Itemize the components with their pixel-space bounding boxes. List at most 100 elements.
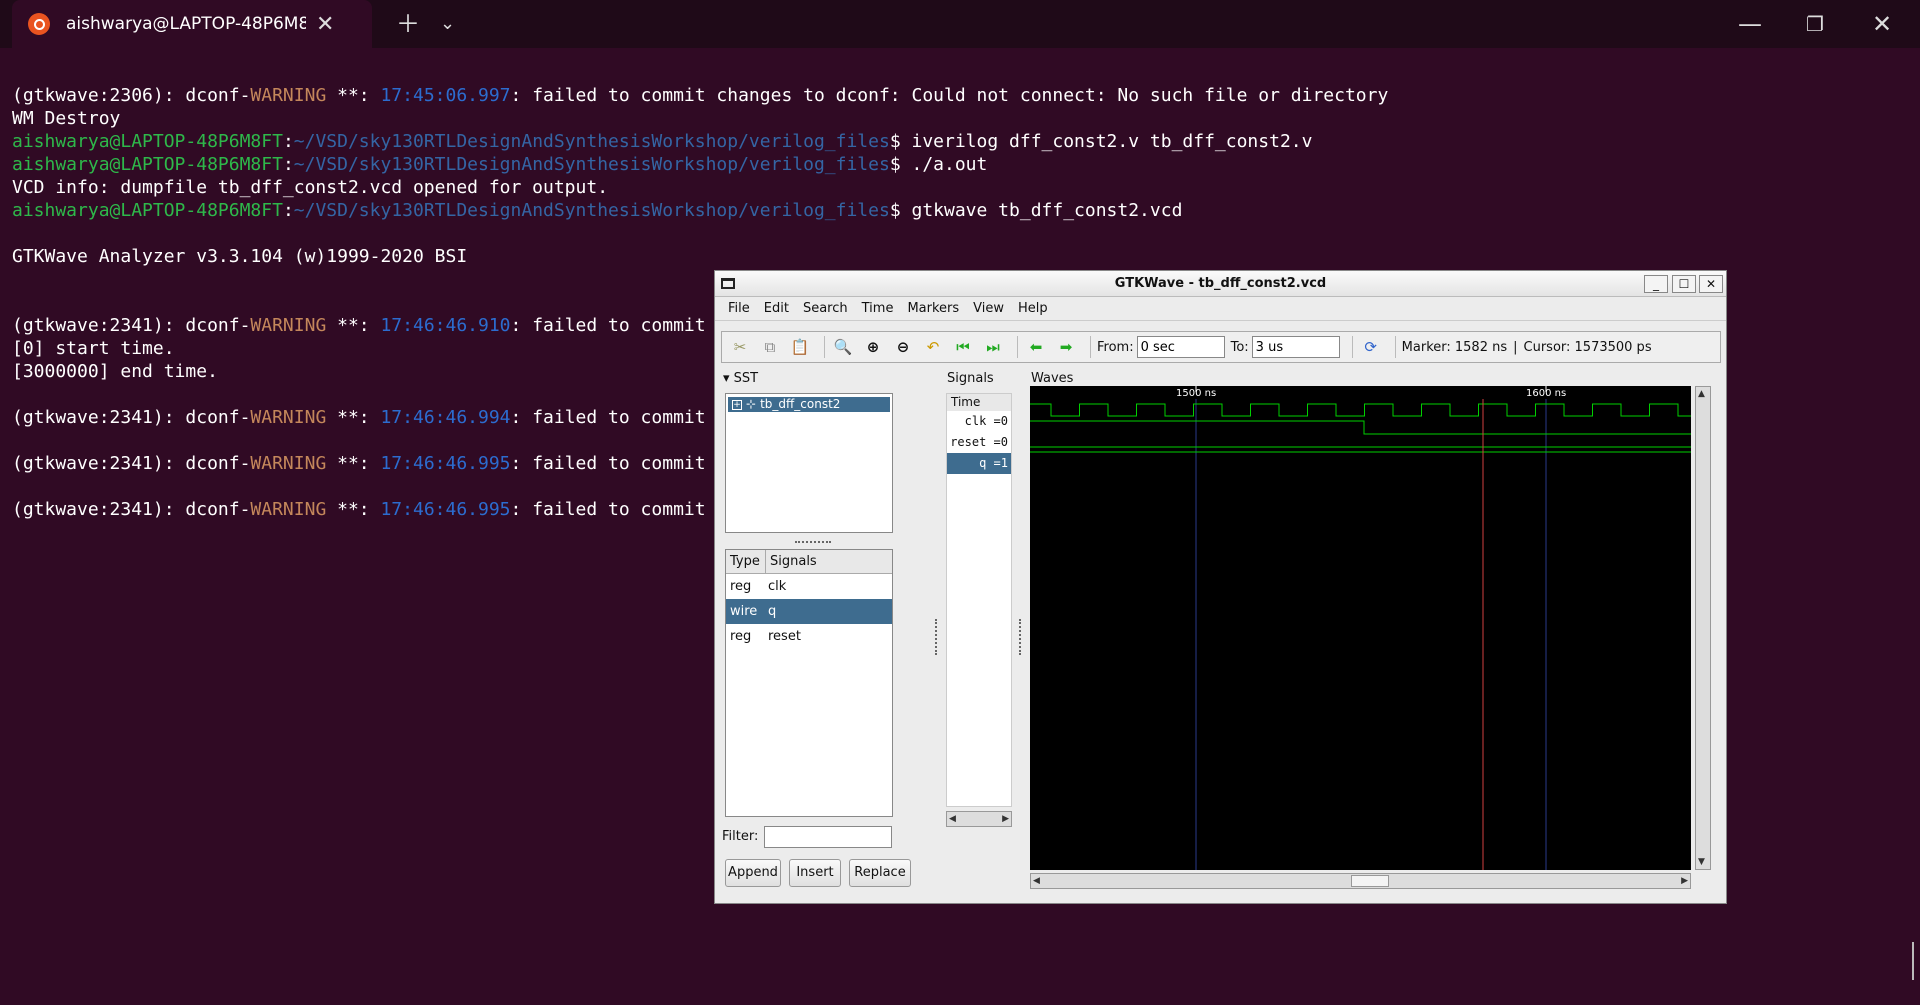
text: **:: [326, 85, 381, 106]
term-line: (gtkwave:2341): dconf-WARNING **: 17:46:…: [12, 315, 706, 336]
text: 17:45:06.997: [380, 85, 511, 106]
signals-hscrollbar[interactable]: ◀ ▶: [946, 811, 1012, 827]
waves-vscrollbar[interactable]: ▲ ▼: [1695, 386, 1711, 870]
term-line: (gtkwave:2306): dconf-WARNING **: 17:45:…: [12, 85, 1388, 106]
tick-label-1500: 1500 ns: [1176, 388, 1216, 399]
module-name: tb_dff_const2: [760, 397, 841, 411]
command: $ ./a.out: [889, 154, 988, 175]
pane-grip[interactable]: [795, 541, 831, 544]
close-button[interactable]: ✕: [1699, 275, 1723, 293]
waveform-svg: 1500 ns 1600 ns: [1030, 386, 1691, 870]
filter-input[interactable]: [764, 826, 892, 848]
signals-panel: Time clk =0 reset =0 q =1: [946, 393, 1012, 807]
close-window-icon[interactable]: ✕: [1872, 8, 1892, 40]
sst-module-item[interactable]: + ⊹ tb_dff_const2: [728, 397, 890, 412]
cursor-readout: Cursor: 1573500 ps: [1523, 339, 1652, 355]
zoom-out-icon[interactable]: ⊖: [891, 335, 915, 359]
close-tab-icon[interactable]: ✕: [316, 12, 334, 37]
scroll-thumb[interactable]: [1351, 875, 1389, 887]
from-input[interactable]: [1136, 336, 1225, 358]
col-signals[interactable]: Signals: [766, 550, 892, 574]
prompt-path: ~/VSD/sky130RTLDesignAndSynthesisWorksho…: [293, 154, 890, 175]
text: WARNING: [250, 85, 327, 106]
separator: [824, 336, 825, 358]
waves-hscrollbar[interactable]: ◀ ▶: [1030, 873, 1691, 889]
minimize-button[interactable]: _: [1644, 275, 1668, 293]
window-title: GTKWave - tb_dff_const2.vcd: [1114, 276, 1327, 291]
prompt-user: aishwarya@LAPTOP-48P6M8FT: [12, 154, 283, 175]
terminal-tab[interactable]: aishwarya@LAPTOP-48P6M8I ✕: [12, 0, 372, 48]
term-line: (gtkwave:2341): dconf-WARNING **: 17:46:…: [12, 453, 706, 474]
menu-markers[interactable]: Markers: [907, 301, 959, 316]
prompt-path: ~/VSD/sky130RTLDesignAndSynthesisWorksho…: [293, 131, 890, 152]
menu-view[interactable]: View: [973, 301, 1004, 316]
pane-grip[interactable]: [935, 619, 938, 655]
gtkwave-window: GTKWave - tb_dff_const2.vcd _ ☐ ✕ File E…: [714, 270, 1727, 904]
menu-help[interactable]: Help: [1018, 301, 1048, 316]
gtkwave-titlebar[interactable]: GTKWave - tb_dff_const2.vcd _ ☐ ✕: [715, 271, 1726, 297]
term-line: (gtkwave:2341): dconf-WARNING **: 17:46:…: [12, 499, 706, 520]
signal-row-clk[interactable]: clk =0: [947, 411, 1011, 432]
reset-waveform: [1030, 420, 1691, 435]
term-line: (gtkwave:2341): dconf-WARNING **: 17:46:…: [12, 407, 706, 428]
window-icon: [721, 278, 735, 289]
col-type[interactable]: Type: [726, 549, 766, 574]
prompt-path: ~/VSD/sky130RTLDesignAndSynthesisWorksho…: [293, 200, 890, 221]
insert-button[interactable]: Insert: [789, 859, 841, 887]
prompt-user: aishwarya@LAPTOP-48P6M8FT: [12, 200, 283, 221]
table-row[interactable]: reg reset: [726, 624, 892, 649]
command: $ gtkwave tb_dff_const2.vcd: [889, 200, 1183, 221]
menubar: File Edit Search Time Markers View Help: [715, 297, 1726, 321]
sst-tree: + ⊹ tb_dff_const2: [725, 393, 893, 533]
marker-readout: Marker: 1582 ns: [1401, 339, 1508, 355]
zoom-in-icon[interactable]: ⊕: [861, 335, 885, 359]
clk-waveform: [1030, 403, 1691, 417]
separator: [1090, 336, 1091, 358]
forward-arrow-icon[interactable]: ➡: [1054, 335, 1078, 359]
to-label: To:: [1230, 339, 1249, 355]
zoom-start-icon[interactable]: ⏮: [951, 335, 975, 359]
new-tab-icon[interactable]: ＋: [396, 8, 420, 40]
table-row[interactable]: reg clk: [726, 574, 892, 599]
term-line: VCD info: dumpfile tb_dff_const2.vcd ope…: [12, 177, 609, 198]
back-arrow-icon[interactable]: ⬅: [1024, 335, 1048, 359]
menu-edit[interactable]: Edit: [764, 301, 789, 316]
command: $ iverilog dff_const2.v tb_dff_const2.v: [889, 131, 1313, 152]
table-header: Type Signals: [726, 549, 892, 574]
copy-icon[interactable]: ⧉: [758, 335, 782, 359]
timeline-bar: [1030, 386, 1691, 399]
menu-search[interactable]: Search: [803, 301, 848, 316]
undo-zoom-icon[interactable]: ↶: [921, 335, 945, 359]
terminal-scrollbar[interactable]: [1912, 942, 1914, 980]
signal-row-q[interactable]: q =1: [947, 453, 1011, 474]
term-line: [3000000] end time.: [12, 361, 218, 382]
hierarchy-icon: ⊹: [746, 397, 757, 411]
ubuntu-logo-icon: [28, 13, 50, 35]
menu-time[interactable]: Time: [862, 301, 894, 316]
to-input[interactable]: [1251, 336, 1340, 358]
table-row[interactable]: wire q: [726, 599, 892, 624]
term-line: WM Destroy: [12, 108, 121, 129]
maximize-button[interactable]: ☐: [1672, 275, 1696, 293]
restore-icon[interactable]: ❐: [1806, 8, 1824, 40]
sst-header[interactable]: ▾ SST: [723, 371, 758, 386]
expand-icon[interactable]: +: [732, 399, 742, 410]
zoom-end-icon[interactable]: ⏭: [981, 335, 1005, 359]
readout-separator: |: [1513, 339, 1518, 355]
append-button[interactable]: Append: [725, 859, 781, 887]
replace-button[interactable]: Replace: [849, 859, 911, 887]
signal-row-reset[interactable]: reset =0: [947, 432, 1011, 453]
terminal-titlebar: aishwarya@LAPTOP-48P6M8I ✕ ＋ ⌄ — ❐ ✕: [0, 0, 1920, 48]
pane-grip[interactable]: [1019, 619, 1022, 655]
tab-title: aishwarya@LAPTOP-48P6M8I: [66, 14, 306, 34]
reload-icon[interactable]: ⟳: [1359, 335, 1383, 359]
paste-icon[interactable]: 📋: [788, 335, 812, 359]
zoom-fit-icon[interactable]: 🔍: [831, 335, 855, 359]
waveform-canvas[interactable]: 1500 ns 1600 ns: [1030, 386, 1691, 870]
waves-header: Waves: [1031, 371, 1074, 386]
time-row: Time: [947, 394, 1011, 411]
minimize-icon[interactable]: —: [1738, 8, 1762, 40]
menu-file[interactable]: File: [728, 301, 750, 316]
chevron-down-icon[interactable]: ⌄: [440, 8, 455, 40]
cut-icon[interactable]: ✂: [728, 335, 752, 359]
